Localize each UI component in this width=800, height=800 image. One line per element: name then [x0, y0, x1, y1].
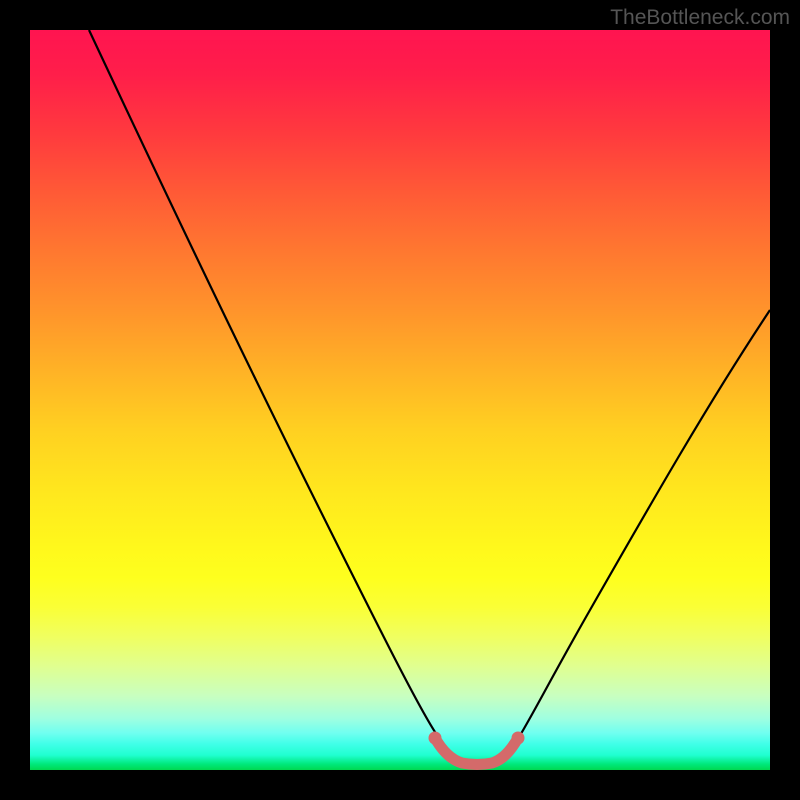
watermark-text: TheBottleneck.com	[610, 6, 790, 30]
optimal-marker-left	[429, 732, 442, 745]
optimal-zone-highlight	[435, 738, 518, 765]
optimal-marker-right	[512, 732, 525, 745]
bottleneck-curve	[89, 30, 770, 763]
plot-area	[30, 30, 770, 770]
chart-container: TheBottleneck.com	[0, 0, 800, 800]
curve-svg	[30, 30, 770, 770]
